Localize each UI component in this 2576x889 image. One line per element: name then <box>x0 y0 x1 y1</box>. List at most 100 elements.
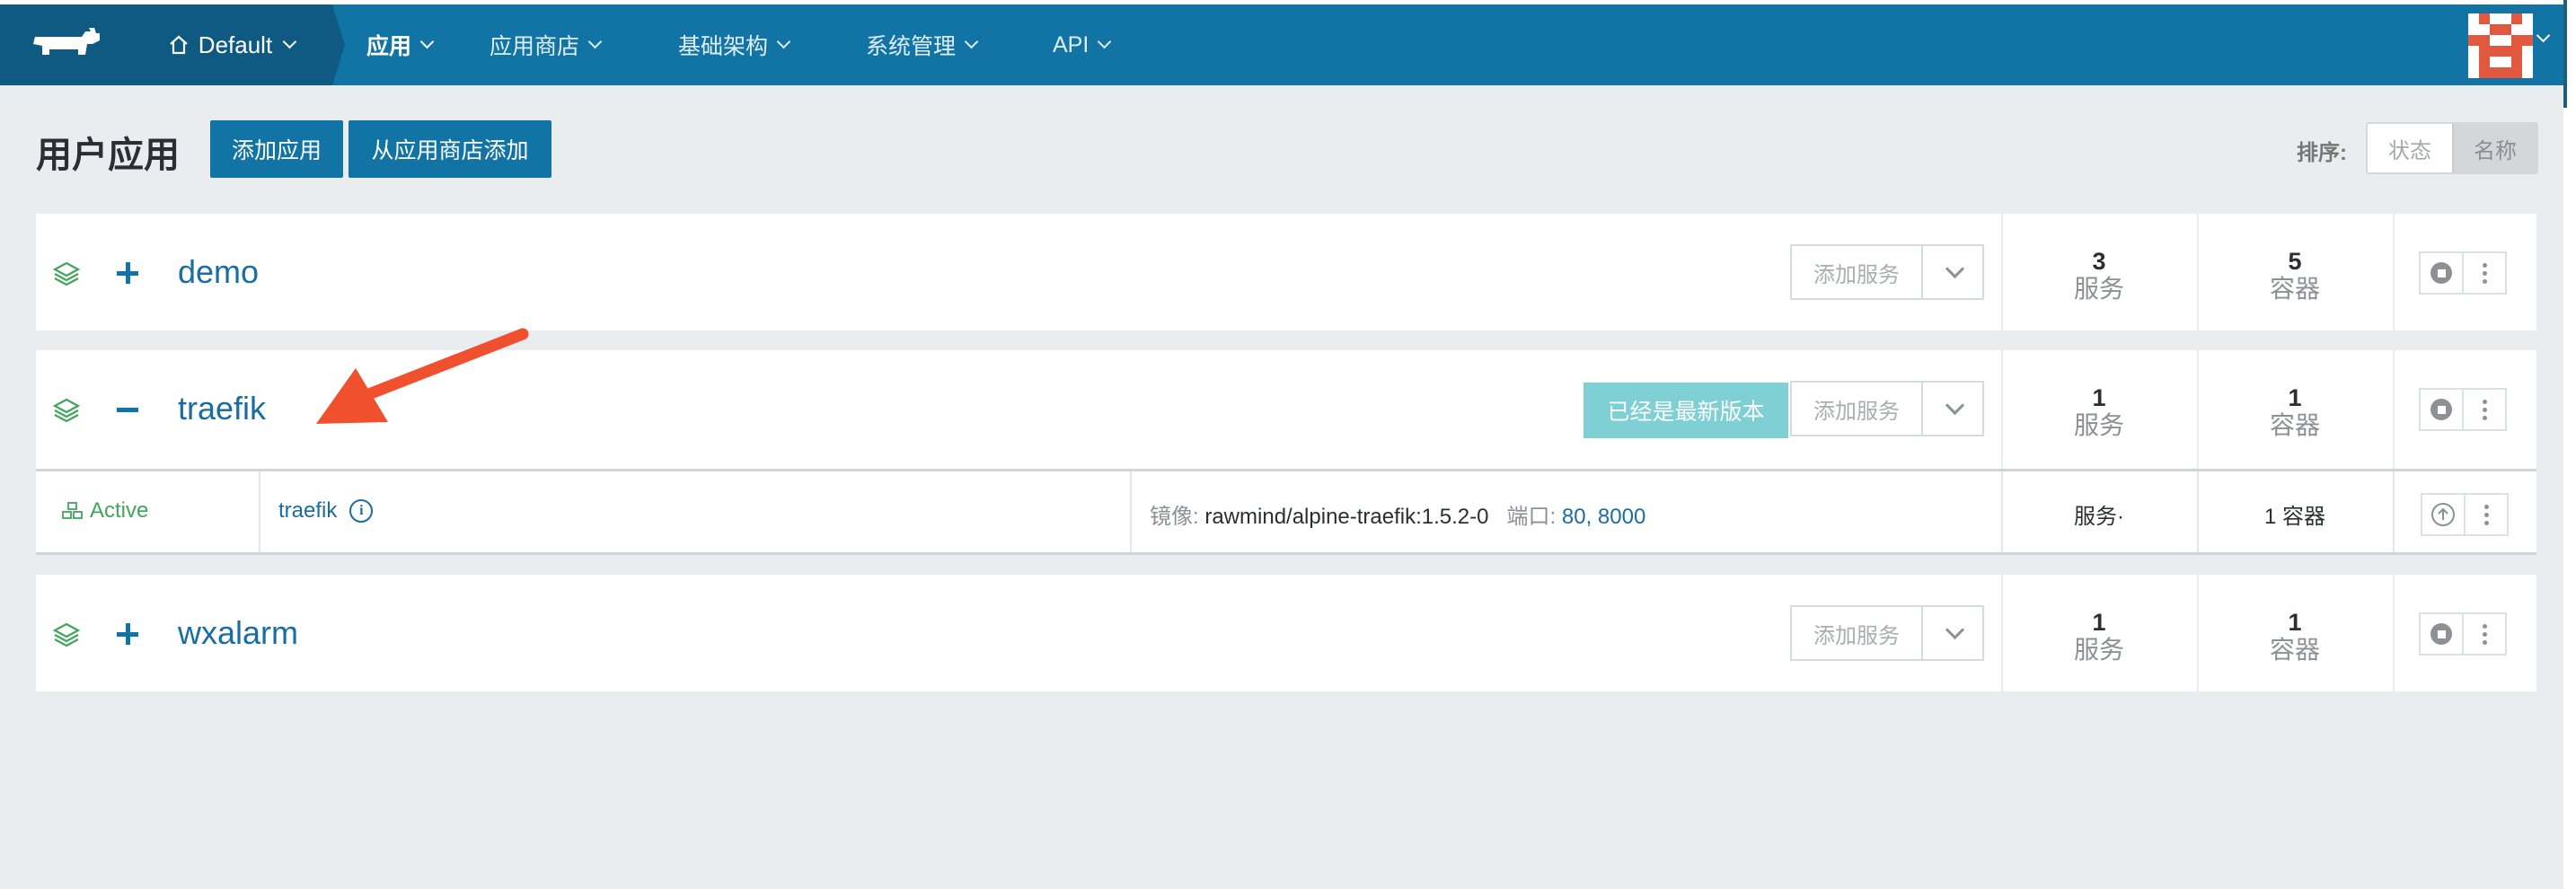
add-service-button[interactable]: 添加服务 <box>1792 246 1923 298</box>
environment-notch <box>332 4 345 85</box>
sort-label: 排序: <box>2297 141 2347 165</box>
more-actions-button[interactable] <box>2464 390 2505 429</box>
sort-by-state-button[interactable]: 状态 <box>2368 124 2452 172</box>
add-service-dropdown[interactable] <box>1923 607 1982 659</box>
stop-stack-button[interactable] <box>2421 253 2464 293</box>
nav-label: 应用 <box>366 34 412 59</box>
services-count-unit: 服务 <box>2073 411 2124 439</box>
info-icon[interactable]: i <box>349 499 374 523</box>
stack-row-demo: demo 添加服务 3 服务 5 容器 <box>36 214 2536 330</box>
stop-stack-button[interactable] <box>2421 614 2464 654</box>
nav-admin[interactable]: 系统管理 <box>866 4 979 85</box>
service-actions <box>2421 493 2509 536</box>
ports-label: 端口: <box>1506 505 1557 529</box>
service-state-label: Active <box>90 498 149 523</box>
containers-count: 1 容器 <box>2199 609 2391 665</box>
stack-layers-icon <box>52 398 81 423</box>
stack-layers-icon <box>52 622 81 647</box>
port-link[interactable]: 80 <box>1562 505 1586 529</box>
stack-row-wxalarm: wxalarm 添加服务 1 服务 1 容器 <box>36 575 2536 691</box>
add-stack-button[interactable]: 添加应用 <box>210 120 343 178</box>
service-name-link[interactable]: traefik i <box>278 498 374 524</box>
containers-icon <box>62 502 83 519</box>
add-service-split-button: 添加服务 <box>1790 381 1984 436</box>
services-count-value: 1 <box>2092 384 2106 411</box>
expand-toggle[interactable] <box>117 623 138 645</box>
chevron-down-icon[interactable] <box>2536 28 2551 43</box>
stack-row-traefik: traefik 已经是最新版本 添加服务 1 服务 1 容器 <box>36 350 2536 469</box>
more-actions-button[interactable] <box>2464 253 2505 293</box>
more-vertical-icon <box>2482 623 2487 645</box>
port-link[interactable]: 8000 <box>1598 505 1645 529</box>
add-service-split-button: 添加服务 <box>1790 244 1984 300</box>
chevron-down-icon <box>1945 259 1964 279</box>
nav-catalog[interactable]: 应用商店 <box>490 4 603 85</box>
stack-name[interactable]: demo <box>178 253 259 291</box>
containers-count: 1 容器 <box>2199 384 2391 440</box>
nav-infrastructure[interactable]: 基础架构 <box>678 4 791 85</box>
nav-label: 基础架构 <box>678 34 769 59</box>
nav-label: API <box>1053 31 1090 57</box>
top-navigation-bar: Default 应用 应用商店 基础架构 系统管理 API <box>0 4 2563 85</box>
services-count-unit: 服务 <box>2073 636 2124 664</box>
add-service-dropdown[interactable] <box>1923 246 1982 298</box>
more-vertical-icon <box>2482 262 2487 284</box>
containers-count-value: 1 <box>2288 609 2302 636</box>
containers-count: 5 容器 <box>2199 248 2391 304</box>
services-count: 1 服务 <box>2003 609 2195 665</box>
chevron-down-icon <box>282 34 297 49</box>
service-scale: 服务· <box>2074 505 2124 529</box>
nav-api[interactable]: API <box>1053 4 1112 85</box>
service-name: traefik <box>278 498 338 523</box>
chevron-down-icon <box>587 34 603 49</box>
rancher-logo[interactable] <box>0 4 130 85</box>
environment-switcher[interactable]: Default <box>130 4 332 85</box>
image-label: 镜像: <box>1150 505 1199 529</box>
add-service-button[interactable]: 添加服务 <box>1792 383 1923 435</box>
collapse-toggle[interactable] <box>117 399 138 420</box>
nav-applications[interactable]: 应用 <box>366 4 435 85</box>
add-from-catalog-button[interactable]: 从应用商店添加 <box>348 120 551 178</box>
stop-icon <box>2430 399 2452 420</box>
containers-count-unit: 容器 <box>2269 636 2320 664</box>
upgrade-service-button[interactable] <box>2422 495 2466 534</box>
stack-name[interactable]: traefik <box>178 390 266 427</box>
containers-count-value: 1 <box>2288 384 2302 411</box>
services-count-value: 1 <box>2092 609 2106 636</box>
stack-actions <box>2419 612 2507 656</box>
stack-actions <box>2419 251 2507 295</box>
upgrade-icon <box>2431 503 2455 526</box>
expand-toggle[interactable] <box>117 262 138 284</box>
more-vertical-icon <box>2482 399 2487 420</box>
stack-layers-icon <box>52 261 81 286</box>
page-title: 用户应用 <box>36 136 180 175</box>
chevron-down-icon <box>776 34 791 49</box>
window-edge <box>2563 0 2576 889</box>
sort-by-name-button[interactable]: 名称 <box>2452 124 2536 172</box>
user-avatar[interactable] <box>2468 13 2533 78</box>
image-value: rawmind/alpine-traefik:1.5.2-0 <box>1204 505 1489 529</box>
up-to-date-button[interactable]: 已经是最新版本 <box>1584 383 1788 438</box>
more-vertical-icon <box>2483 504 2489 525</box>
add-service-dropdown[interactable] <box>1923 383 1982 435</box>
home-icon <box>170 35 188 55</box>
environment-name: Default <box>198 31 273 58</box>
avatar-identicon <box>2468 13 2533 78</box>
add-service-split-button: 添加服务 <box>1790 605 1984 661</box>
stack-name[interactable]: wxalarm <box>178 614 298 652</box>
containers-count-unit: 容器 <box>2269 411 2320 439</box>
stop-stack-button[interactable] <box>2421 390 2464 429</box>
nav-label: 应用商店 <box>490 34 580 59</box>
more-actions-button[interactable] <box>2466 495 2507 534</box>
service-containers: 1 容器 <box>2263 505 2325 529</box>
add-service-button[interactable]: 添加服务 <box>1792 607 1923 659</box>
chevron-down-icon <box>964 34 979 49</box>
chevron-down-icon <box>1945 620 1964 640</box>
containers-count-value: 5 <box>2288 248 2302 275</box>
chevron-down-icon <box>419 34 435 49</box>
chevron-down-icon <box>1945 395 1964 416</box>
stop-icon <box>2430 623 2452 645</box>
services-count: 3 服务 <box>2003 248 2195 304</box>
services-count: 1 服务 <box>2003 384 2195 440</box>
more-actions-button[interactable] <box>2464 614 2505 654</box>
